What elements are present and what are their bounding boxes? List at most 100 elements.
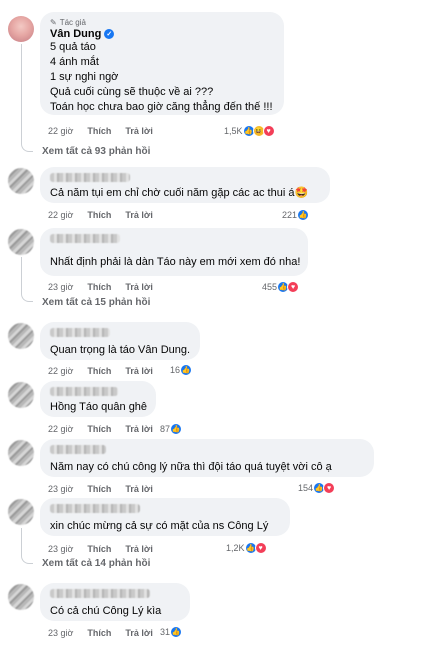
- avatar[interactable]: [8, 440, 34, 466]
- thread-connector: [21, 140, 33, 152]
- comment-timestamp[interactable]: 22 giờ: [48, 424, 73, 434]
- blurred-name[interactable]: [50, 234, 120, 243]
- love-icon: ♥: [262, 125, 275, 137]
- comment-actions: 23 giờ Thích Trả lời: [48, 628, 153, 638]
- avatar[interactable]: [8, 584, 34, 610]
- comment-actions: 23 giờ Thích Trả lời: [48, 484, 153, 494]
- avatar[interactable]: [8, 499, 34, 525]
- comment-text: Năm nay có chú công lý nữa thì đội táo q…: [50, 461, 332, 473]
- thread-line: [21, 44, 22, 144]
- comment-text-line: 1 sự nghi ngờ: [50, 71, 119, 83]
- reaction-summary[interactable]: 1,2K 👍 ♥: [226, 542, 267, 554]
- blurred-name[interactable]: [50, 173, 130, 182]
- like-button[interactable]: Thích: [87, 210, 111, 220]
- reaction-summary[interactable]: 31 👍: [160, 626, 183, 638]
- reaction-count: 154: [298, 483, 314, 493]
- reply-button[interactable]: Trả lời: [125, 628, 152, 638]
- reaction-count: 87: [160, 424, 171, 434]
- comment-actions: 22 giờ Thích Trả lời: [48, 424, 153, 434]
- like-icon: 👍: [170, 626, 183, 638]
- reaction-summary[interactable]: 154 👍 ♥: [298, 482, 336, 494]
- like-button[interactable]: Thích: [87, 628, 111, 638]
- verified-badge-icon: ✓: [104, 29, 115, 39]
- comment-actions: 23 giờ Thích Trả lời: [48, 282, 153, 292]
- reaction-count: 1,5K: [224, 126, 243, 136]
- comment-actions: 22 giờ Thích Trả lời: [48, 210, 153, 220]
- thread-connector: [21, 257, 33, 302]
- reply-button[interactable]: Trả lời: [125, 424, 152, 434]
- view-replies-link[interactable]: Xem tất cả 93 phản hồi: [42, 146, 150, 157]
- avatar[interactable]: [8, 323, 34, 349]
- comment-bubble: xin chúc mừng cả sự có mặt của ns Công L…: [40, 498, 290, 536]
- comment-timestamp[interactable]: 22 giờ: [48, 126, 73, 136]
- like-icon: 👍: [170, 423, 183, 435]
- like-button[interactable]: Thích: [87, 126, 111, 136]
- like-button[interactable]: Thích: [87, 282, 111, 292]
- comment-text-line: 4 ánh mắt: [50, 56, 99, 68]
- love-icon: ♥: [323, 482, 336, 494]
- reaction-count: 221: [282, 210, 298, 220]
- love-icon: ♥: [287, 281, 300, 293]
- avatar[interactable]: [8, 229, 34, 255]
- comment-actions: 22 giờ Thích Trả lời: [48, 126, 153, 136]
- comment-bubble: Có cả chú Công Lý kìa: [40, 583, 190, 621]
- comment-text-line: Quả cuối cùng sẽ thuộc về ai ???: [50, 86, 214, 98]
- like-icon: 👍: [297, 209, 310, 221]
- comment-text: Nhất định phải là dàn Táo này em mới xem…: [50, 256, 301, 268]
- reply-button[interactable]: Trả lời: [125, 210, 152, 220]
- pencil-icon: ✎: [50, 18, 57, 27]
- comment-timestamp[interactable]: 23 giờ: [48, 544, 73, 554]
- like-button[interactable]: Thích: [87, 544, 111, 554]
- reaction-count: 1,2K: [226, 543, 245, 553]
- comment-text: Quan trọng là táo Vân Dung.: [50, 344, 191, 356]
- reply-button[interactable]: Trả lời: [125, 484, 152, 494]
- comment-bubble: Nhất định phải là dàn Táo này em mới xem…: [40, 228, 308, 276]
- comment-text: Hồng Táo quân ghê: [50, 401, 148, 413]
- love-icon: ♥: [254, 542, 267, 554]
- blurred-name[interactable]: [50, 387, 118, 396]
- comment-timestamp[interactable]: 23 giờ: [48, 484, 73, 494]
- like-button[interactable]: Thích: [87, 366, 111, 376]
- comment-timestamp[interactable]: 22 giờ: [48, 210, 73, 220]
- comment-text: Cả năm tụi em chỉ chờ cuối năm gặp các a…: [50, 187, 309, 199]
- comment-bubble: Cả năm tụi em chỉ chờ cuối năm gặp các a…: [40, 167, 330, 203]
- blurred-name[interactable]: [50, 589, 150, 598]
- reaction-summary[interactable]: 16 👍: [170, 364, 193, 376]
- reaction-summary[interactable]: 455 👍 ♥: [262, 281, 300, 293]
- comment-text: xin chúc mừng cả sự có mặt của ns Công L…: [50, 520, 269, 532]
- comment-bubble: Năm nay có chú công lý nữa thì đội táo q…: [40, 439, 374, 477]
- like-button[interactable]: Thích: [87, 424, 111, 434]
- blurred-name[interactable]: [50, 328, 110, 337]
- reaction-summary[interactable]: 1,5K 👍 😆 ♥: [224, 125, 275, 137]
- avatar[interactable]: [8, 382, 34, 408]
- comment-text-line: Toán học chưa bao giờ căng thẳng đến thế…: [50, 101, 273, 113]
- comment-timestamp[interactable]: 23 giờ: [48, 628, 73, 638]
- reaction-summary[interactable]: 221 👍: [282, 209, 310, 221]
- reply-button[interactable]: Trả lời: [125, 366, 152, 376]
- view-replies-link[interactable]: Xem tất cả 15 phản hồi: [42, 297, 150, 308]
- comment-text: Có cả chú Công Lý kìa: [50, 605, 162, 617]
- comment-actions: 22 giờ Thích Trả lời: [48, 366, 153, 376]
- author-badge: ✎ Tác giả: [50, 18, 86, 27]
- comment-timestamp[interactable]: 22 giờ: [48, 366, 73, 376]
- comment-timestamp[interactable]: 23 giờ: [48, 282, 73, 292]
- avatar[interactable]: [8, 168, 34, 194]
- comment-text-line: 5 quả táo: [50, 41, 96, 53]
- reply-button[interactable]: Trả lời: [125, 126, 152, 136]
- comment-bubble: Hồng Táo quân ghê: [40, 381, 156, 417]
- comment-author-name[interactable]: Vân Dung ✓: [50, 28, 274, 40]
- reply-button[interactable]: Trả lời: [125, 282, 152, 292]
- comment-bubble: Quan trọng là táo Vân Dung.: [40, 322, 200, 360]
- blurred-name[interactable]: [50, 445, 106, 454]
- reaction-summary[interactable]: 87 👍: [160, 423, 183, 435]
- avatar[interactable]: [8, 16, 34, 42]
- comment-actions: 23 giờ Thích Trả lời: [48, 544, 153, 554]
- reaction-count: 31: [160, 627, 171, 637]
- reply-button[interactable]: Trả lời: [125, 544, 152, 554]
- reaction-count: 455: [262, 282, 278, 292]
- comment-bubble: ✎ Tác giả Vân Dung ✓ 5 quả táo 4 ánh mắt…: [40, 12, 284, 115]
- view-replies-link[interactable]: Xem tất cả 14 phản hồi: [42, 558, 150, 569]
- like-button[interactable]: Thích: [87, 484, 111, 494]
- blurred-name[interactable]: [50, 504, 140, 513]
- reaction-count: 16: [170, 365, 181, 375]
